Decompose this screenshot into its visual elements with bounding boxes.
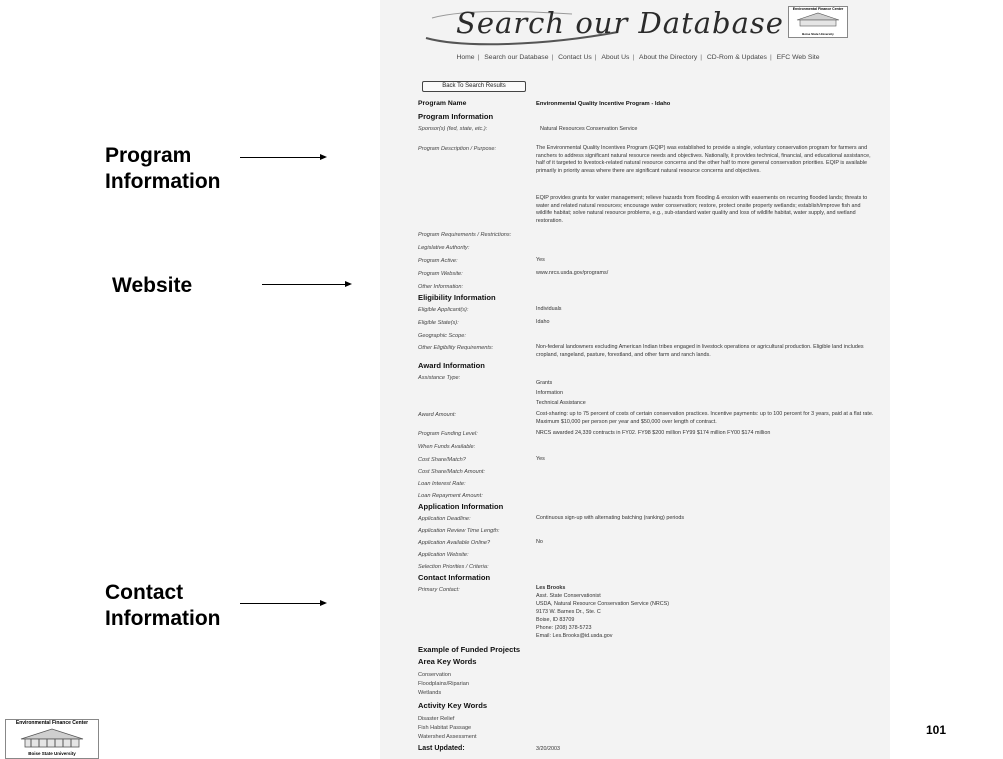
nav-search[interactable]: Search our Database: [481, 54, 551, 61]
description-paragraph-2: EQIP provides grants for water managemen…: [536, 195, 868, 224]
other-eligibility-value: Non-federal landowners excluding America…: [536, 344, 864, 358]
other-info-label: Other Information:: [418, 284, 464, 290]
efc-logo: Environmental Finance Center Boise State…: [5, 719, 99, 759]
award-amount-label: Award Amount:: [418, 412, 456, 418]
funding-level-value: NRCS awarded 24,339 contracts in FY02. F…: [536, 430, 771, 436]
building-icon: [796, 12, 840, 27]
sponsor-value: Natural Resources Conservation Service: [540, 126, 638, 132]
section-funded-projects: Example of Funded Projects: [418, 645, 521, 654]
primary-contact-label: Primary Contact:: [418, 587, 460, 593]
section-contact: Contact Information: [418, 573, 491, 582]
activity-keyword: Disaster Relief: [418, 716, 455, 722]
section-eligibility: Eligibility Information: [418, 293, 496, 302]
application-website-label: Application Website:: [418, 552, 469, 558]
selection-criteria-label: Selection Priorities / Criteria:: [418, 564, 489, 570]
top-nav: Home | Search our Database | Contact Us | A…: [398, 54, 878, 61]
nav-contact[interactable]: Contact Us: [555, 54, 595, 61]
nav-about-directory[interactable]: About the Directory: [636, 54, 700, 61]
cost-share-amount-label: Cost Share/Match Amount:: [418, 469, 485, 475]
back-to-results-button[interactable]: Back To Search Results: [422, 81, 526, 92]
last-updated-value: 3/20/2003: [536, 746, 560, 752]
database-screenshot: Search our Database Environmental Financ…: [380, 0, 890, 759]
active-value: Yes: [536, 257, 545, 263]
section-program-information: Program Information: [418, 112, 494, 121]
nav-home[interactable]: Home: [453, 54, 477, 61]
deadline-value: Continuous sign-up with alternating batc…: [536, 515, 685, 521]
section-activity-keywords: Activity Key Words: [418, 701, 488, 710]
section-award: Award Information: [418, 361, 485, 370]
contact-name: Les Brooks: [536, 585, 566, 591]
funding-level-label: Program Funding Level:: [418, 431, 478, 437]
cost-share-label: Cost Share/Match?: [418, 457, 466, 463]
eligible-applicant-label: Eligible Applicant(s):: [418, 307, 469, 313]
arrow-contact-information: [240, 600, 327, 606]
program-name-label: Program Name: [418, 100, 467, 107]
website-label: Program Website:: [418, 271, 463, 277]
contact-email[interactable]: Email: Les.Brooks@id.usda.gov: [536, 633, 876, 641]
geographic-scope-label: Geographic Scope:: [418, 333, 466, 339]
section-application: Application Information: [418, 502, 504, 511]
website-link[interactable]: www.nrcs.usda.gov/programs/: [536, 270, 876, 278]
cost-share-value: Yes: [536, 456, 545, 462]
description-paragraph-1: The Environmental Quality Incentives Pro…: [536, 145, 871, 174]
slide-number: 101: [926, 723, 947, 737]
assistance-type-1: Grants: [536, 380, 553, 386]
contact-phone: Phone: (208) 378-5723: [536, 625, 592, 631]
contact-agency: USDA, Natural Resource Conservation Serv…: [536, 601, 670, 607]
legislative-label: Legislative Authority:: [418, 245, 470, 251]
nav-cdrom[interactable]: CD-Rom & Updates: [704, 54, 770, 61]
activity-keyword: Fish Habitat Passage: [418, 725, 472, 731]
contact-city: Boise, ID 83709: [536, 617, 575, 623]
award-amount-value: Cost-sharing: up to 75 percent of costs …: [536, 411, 874, 425]
activity-keyword: Watershed Assessment: [418, 734, 477, 740]
requirements-label: Program Requirements / Restrictions:: [418, 232, 512, 238]
program-name: Environmental Quality Incentive Program …: [536, 101, 671, 107]
other-eligibility-label: Other Eligibility Requirements:: [418, 345, 494, 351]
online-value: No: [536, 539, 543, 545]
contact-title: Asst. State Conservationist: [536, 593, 601, 599]
nav-efc-site[interactable]: EFC Web Site: [774, 54, 823, 61]
banner: Search our Database Environmental Financ…: [422, 6, 882, 46]
banner-title: Search our Database: [456, 6, 784, 40]
eligible-state-label: Eligible State(s):: [418, 320, 459, 326]
mini-efc-logo: Environmental Finance Center Boise State…: [788, 6, 848, 38]
assistance-type-3: Technical Assistance: [536, 400, 586, 406]
arrow-program-information: [240, 154, 327, 160]
arrow-website: [262, 281, 352, 287]
last-updated-label: Last Updated:: [418, 745, 465, 752]
eligible-state-value: Idaho: [536, 319, 550, 325]
online-label: Application Available Online?: [418, 540, 491, 546]
eligible-applicant-value: Individuals: [536, 306, 562, 312]
loan-rate-label: Loan Interest Rate:: [418, 481, 466, 487]
assistance-type-label: Assistance Type:: [418, 375, 461, 381]
callout-website: Website: [112, 274, 193, 297]
area-keyword: Conservation: [418, 672, 451, 678]
nav-about[interactable]: About Us: [598, 54, 632, 61]
when-funds-label: When Funds Available:: [418, 444, 476, 450]
deadline-label: Application Deadline:: [418, 516, 471, 522]
callout-contact-information: Contact Information: [105, 581, 221, 630]
contact-street: 9173 W. Barnes Dr., Ste. C: [536, 609, 601, 615]
active-label: Program Active:: [418, 258, 458, 264]
review-time-label: Application Review Time Length:: [418, 528, 500, 534]
sponsor-label: Sponsor(s) (fed, state, etc.):: [418, 126, 488, 132]
area-keyword: Floodplains/Riparian: [418, 681, 469, 687]
loan-repayment-label: Loan Repayment Amount:: [418, 493, 483, 499]
description-label: Program Description / Purpose:: [418, 146, 497, 152]
assistance-type-2: Information: [536, 390, 563, 396]
area-keyword: Wetlands: [418, 690, 442, 696]
callout-program-information: Program Information: [105, 144, 221, 193]
building-icon: [20, 728, 84, 748]
section-area-keywords: Area Key Words: [418, 657, 477, 666]
